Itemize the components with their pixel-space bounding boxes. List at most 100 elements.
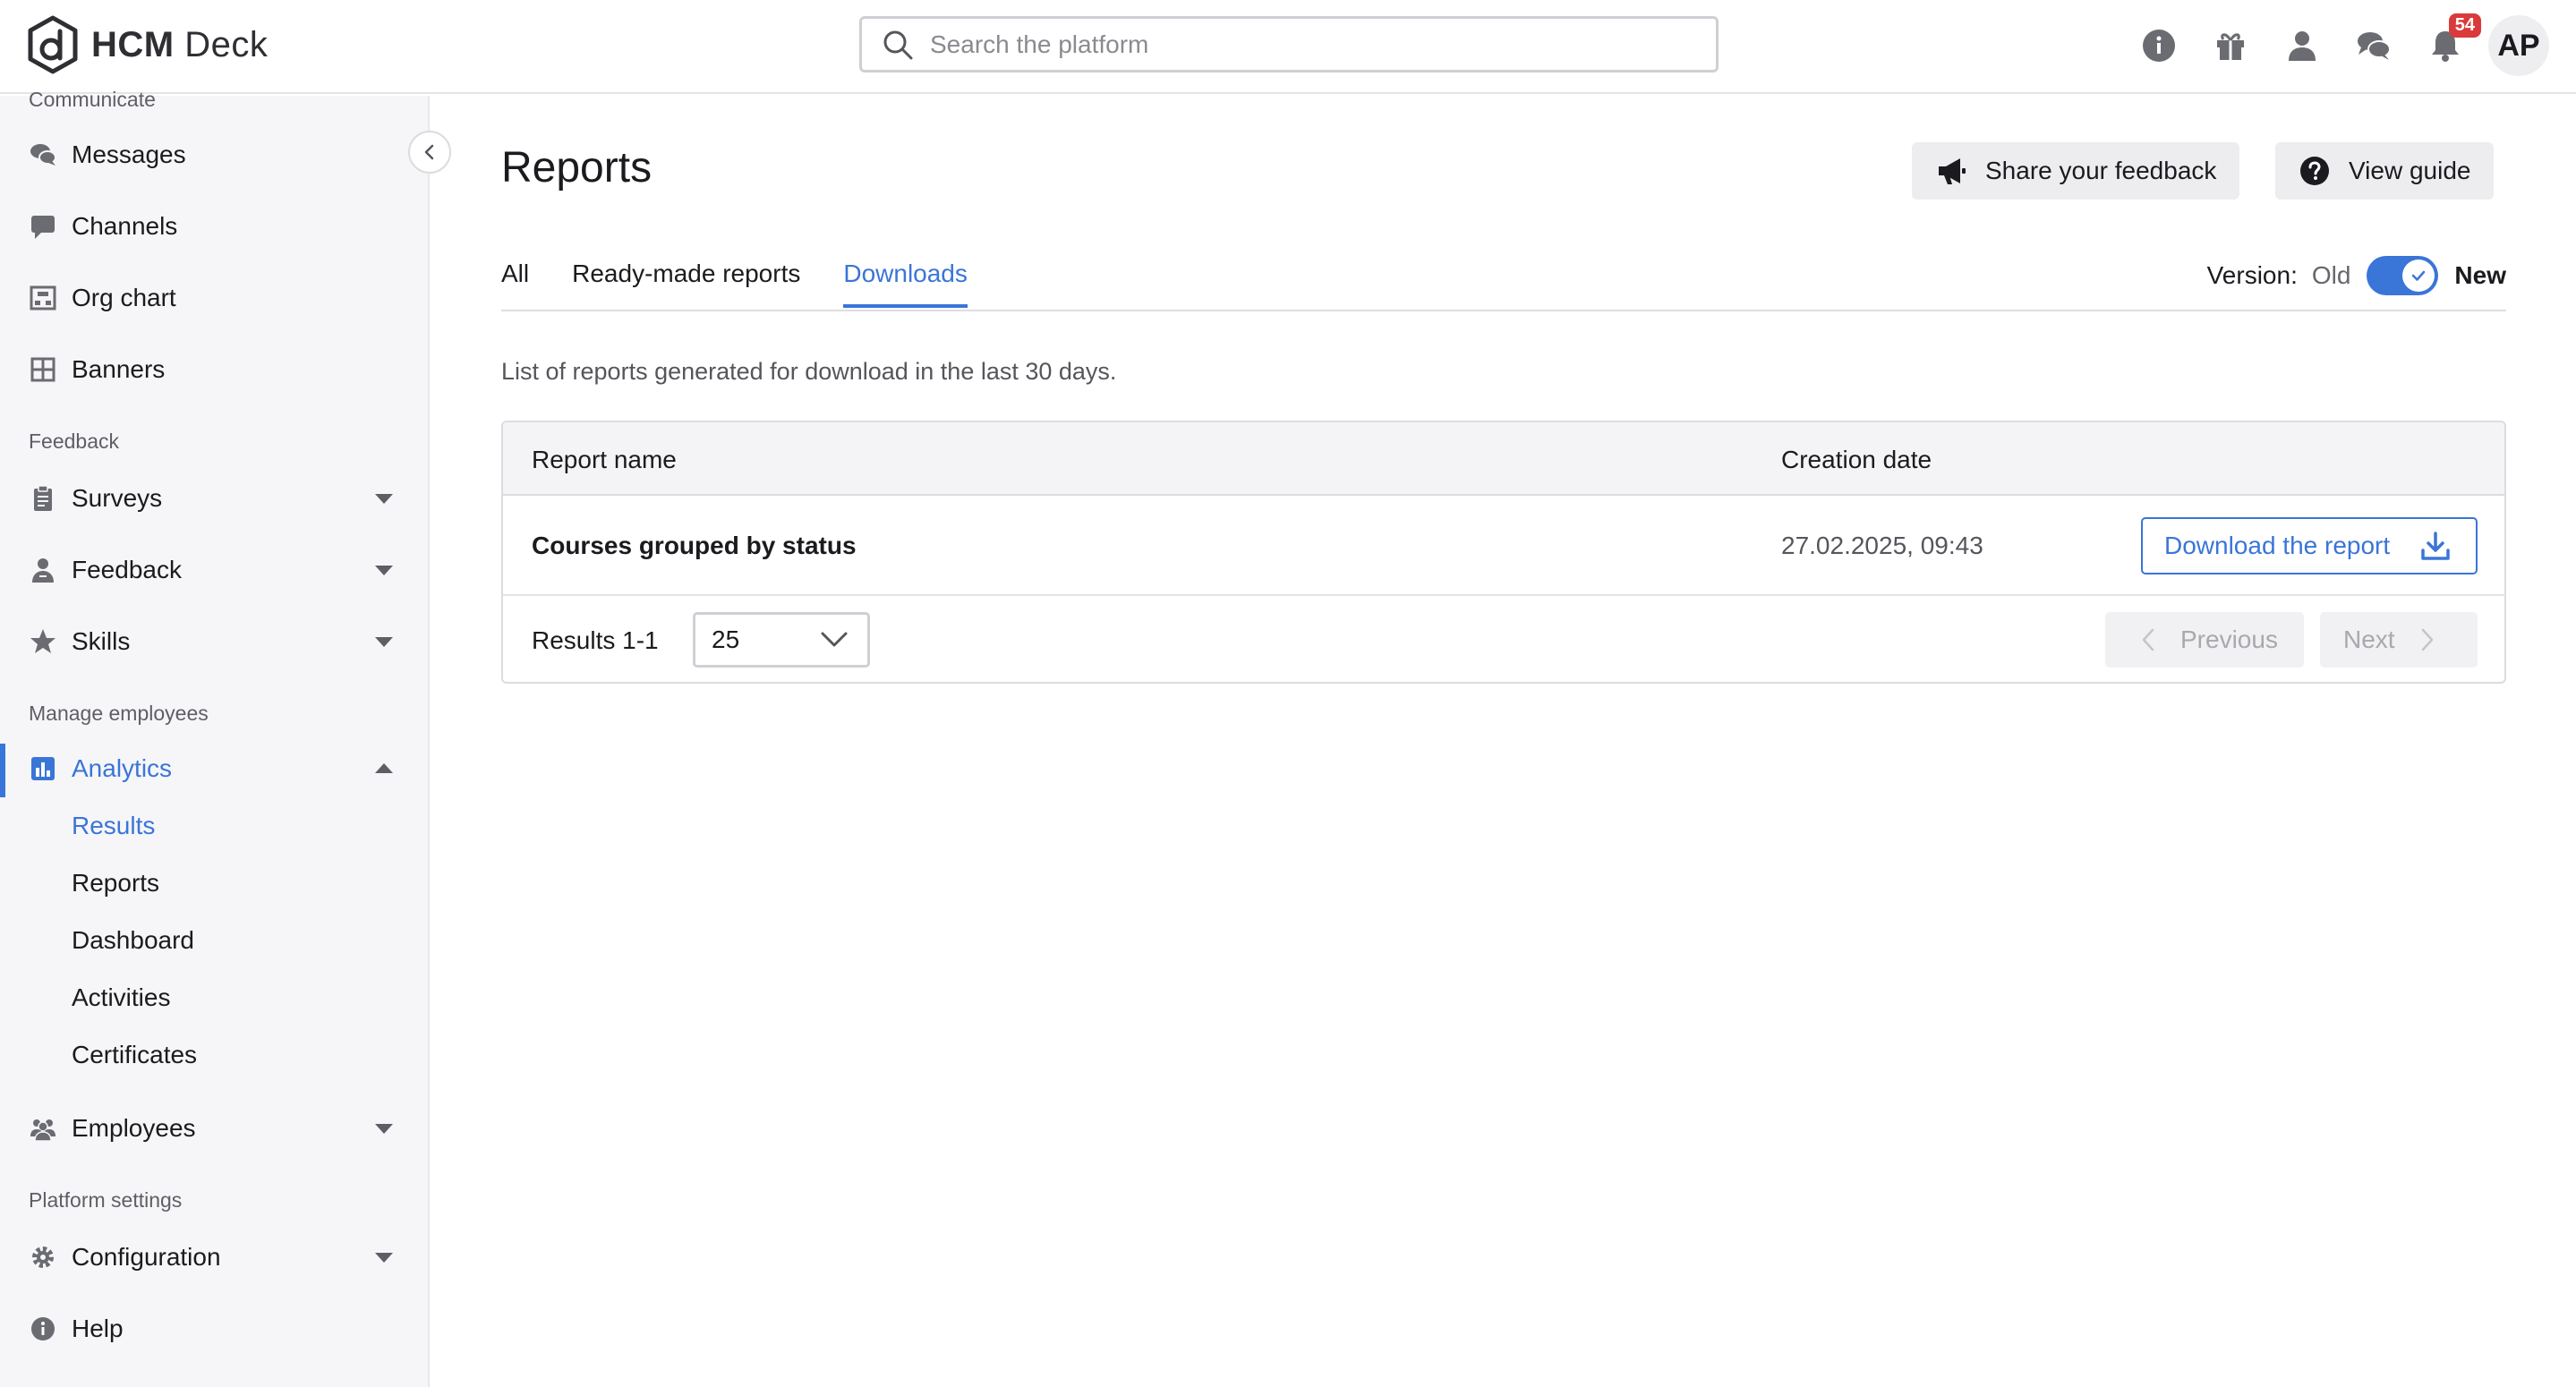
megaphone-icon <box>1939 158 1966 184</box>
chevron-down-icon <box>375 1124 393 1134</box>
page-title: Reports <box>501 144 653 191</box>
info-button[interactable] <box>2139 26 2179 65</box>
share-feedback-label: Share your feedback <box>1985 157 2217 184</box>
org-chart-icon <box>29 284 57 312</box>
results-count: Results 1-1 <box>532 626 659 654</box>
feedback-person-icon <box>29 556 57 584</box>
gift-button[interactable] <box>2211 26 2250 65</box>
sidebar-section-manage-employees: Manage employees <box>29 702 209 725</box>
sidebar-subitem-certificates[interactable]: Certificates <box>72 1041 197 1069</box>
report-tabs: All Ready-made reports Downloads <box>501 260 1011 311</box>
logo-text: HCM Deck <box>91 24 269 64</box>
sidebar-subitem-dashboard[interactable]: Dashboard <box>72 926 194 955</box>
column-header-report-name: Report name <box>532 446 677 473</box>
page-size-select[interactable]: 25 <box>693 612 870 668</box>
version-label: Version: <box>2206 261 2298 289</box>
messages-icon <box>29 140 57 169</box>
version-switch: Version: Old New <box>2207 256 2506 295</box>
download-report-button[interactable]: Download the report <box>2141 517 2478 574</box>
chevron-left-icon <box>2142 628 2154 651</box>
version-toggle[interactable] <box>2367 256 2439 295</box>
sidebar-subitem-activities[interactable]: Activities <box>72 983 170 1012</box>
sidebar-subitem-reports[interactable]: Reports <box>72 869 159 898</box>
sidebar-item-label: Configuration <box>72 1243 221 1271</box>
collapse-sidebar-button[interactable] <box>408 131 451 174</box>
sidebar-item-configuration[interactable]: Configuration <box>0 1232 428 1282</box>
previous-label: Previous <box>2180 625 2278 653</box>
sidebar: Communicate Messages Channels Org chart … <box>0 88 430 1387</box>
star-icon <box>29 627 57 656</box>
next-page-button[interactable]: Next <box>2320 612 2478 668</box>
chat-button[interactable] <box>2354 26 2393 65</box>
sidebar-item-messages[interactable]: Messages <box>0 130 428 180</box>
user-icon <box>2289 31 2316 61</box>
clipboard-icon <box>29 484 57 513</box>
notifications-badge: 54 <box>2448 13 2481 38</box>
channel-icon <box>29 212 57 241</box>
sidebar-subitem-results[interactable]: Results <box>72 812 155 840</box>
sidebar-item-label: Feedback <box>72 556 182 583</box>
view-guide-button[interactable]: View guide <box>2275 142 2495 200</box>
sidebar-section-feedback: Feedback <box>29 430 120 453</box>
sidebar-item-help[interactable]: Help <box>0 1304 428 1354</box>
next-label: Next <box>2343 625 2395 653</box>
chat-icon <box>2358 32 2391 60</box>
info-icon <box>2143 30 2175 62</box>
chevron-down-icon <box>821 632 848 647</box>
sidebar-item-banners[interactable]: Banners <box>0 345 428 395</box>
sidebar-item-feedback[interactable]: Feedback <box>0 545 428 595</box>
question-icon <box>2300 157 2329 185</box>
sidebar-section-platform-settings: Platform settings <box>29 1188 183 1212</box>
sidebar-section-communicate: Communicate <box>29 88 156 111</box>
chevron-down-icon <box>375 566 393 575</box>
report-name-cell: Courses grouped by status <box>532 532 857 559</box>
pagination-bar: Results 1-1 25 Previous Next <box>503 598 2504 682</box>
sidebar-item-label: Channels <box>72 212 178 240</box>
sidebar-item-label: Help <box>72 1315 124 1342</box>
downloads-description: List of reports generated for download i… <box>501 358 1117 385</box>
sidebar-item-label: Org chart <box>72 284 176 311</box>
search-icon <box>883 30 913 59</box>
sidebar-item-employees[interactable]: Employees <box>0 1103 428 1153</box>
sidebar-item-label: Skills <box>72 627 131 655</box>
gift-icon <box>2217 33 2244 60</box>
profile-button[interactable] <box>2282 26 2322 65</box>
tabs-divider <box>501 310 2506 311</box>
page-size-value: 25 <box>712 625 740 653</box>
notifications-button[interactable]: 54 <box>2426 13 2481 65</box>
tab-all[interactable]: All <box>501 260 529 311</box>
download-report-label: Download the report <box>2164 532 2391 559</box>
chevron-down-icon <box>375 1253 393 1263</box>
table-header: Report name Creation date <box>503 422 2504 496</box>
tab-downloads[interactable]: Downloads <box>843 260 968 311</box>
help-info-icon <box>29 1315 57 1343</box>
tab-ready-made-reports[interactable]: Ready-made reports <box>572 260 800 311</box>
sidebar-item-channels[interactable]: Channels <box>0 201 428 251</box>
check-icon <box>2412 270 2426 281</box>
avatar[interactable]: AP <box>2488 15 2549 76</box>
employees-group-icon <box>29 1114 57 1143</box>
previous-page-button[interactable]: Previous <box>2105 612 2304 668</box>
banners-icon <box>29 355 57 384</box>
table-row: Courses grouped by status 27.02.2025, 09… <box>503 496 2504 596</box>
creation-date-cell: 27.02.2025, 09:43 <box>1781 532 1983 559</box>
sidebar-item-analytics[interactable]: Analytics <box>0 744 428 797</box>
header-actions: 54 AP <box>2107 13 2549 77</box>
sidebar-item-label: Surveys <box>72 484 163 512</box>
toggle-knob <box>2402 260 2435 292</box>
share-feedback-button[interactable]: Share your feedback <box>1912 142 2240 200</box>
version-old-label: Old <box>2311 261 2351 289</box>
sidebar-item-skills[interactable]: Skills <box>0 617 428 667</box>
sidebar-item-label: Employees <box>72 1114 196 1142</box>
sidebar-item-surveys[interactable]: Surveys <box>0 473 428 523</box>
chevron-left-icon <box>424 144 434 160</box>
download-icon <box>2421 532 2450 560</box>
sidebar-item-org-chart[interactable]: Org chart <box>0 273 428 323</box>
search-input[interactable] <box>930 30 1664 59</box>
sidebar-item-label: Banners <box>72 355 166 383</box>
column-header-creation-date: Creation date <box>1781 446 1932 473</box>
sidebar-item-label: Messages <box>72 140 186 168</box>
logo[interactable]: HCM Deck <box>27 14 268 75</box>
downloads-table: Report name Creation date Courses groupe… <box>501 421 2506 684</box>
search-box[interactable] <box>859 16 1719 72</box>
